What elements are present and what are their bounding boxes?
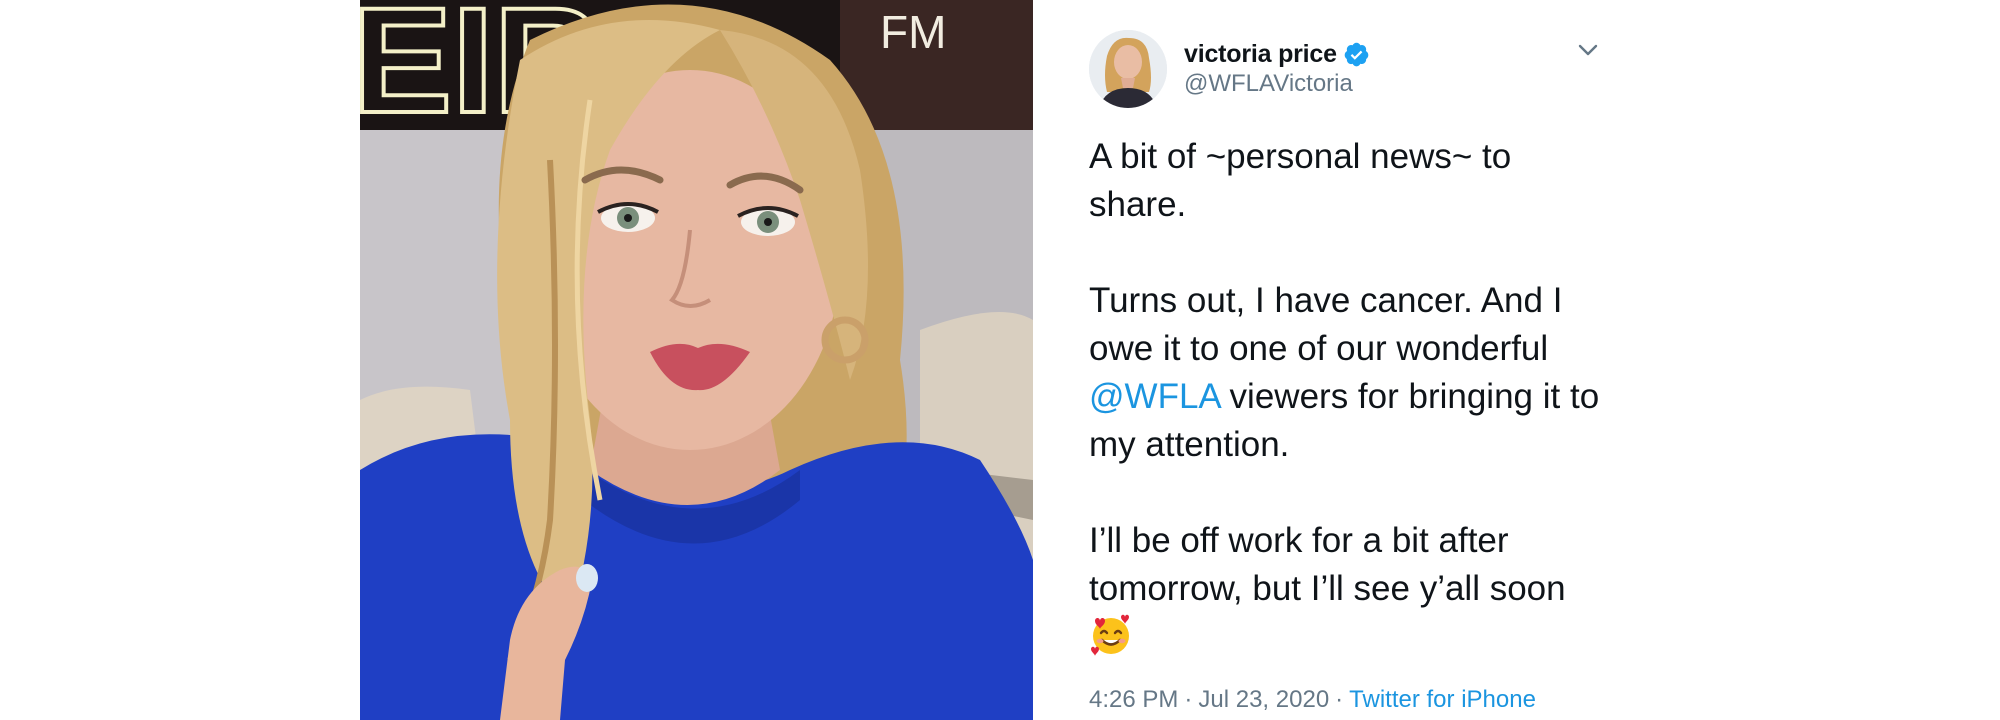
tweet-paragraph-3-text: I’ll be off work for a bit after tomorro… [1089, 521, 1566, 608]
wall-sign-corner-text: FM [880, 6, 946, 58]
display-name[interactable]: victoria price [1184, 40, 1337, 69]
tweet-card: victoria price @WFLAVictoria A bit of ~p… [1089, 0, 1609, 720]
tweet-photo[interactable]: EIRA FM [360, 0, 1033, 720]
display-name-row: victoria price [1184, 38, 1370, 70]
meta-separator: · [1184, 686, 1193, 713]
tweet-time[interactable]: 4:26 PM [1089, 686, 1178, 713]
user-handle[interactable]: @WFLAVictoria [1184, 70, 1353, 98]
mention-link-wfla[interactable]: @WFLA [1089, 377, 1220, 416]
meta-separator: · [1335, 686, 1344, 713]
selfie-illustration: EIRA FM [360, 0, 1033, 720]
verified-badge-icon [1343, 41, 1370, 68]
tweet-text: A bit of ~personal news~ to share. Turns… [1089, 133, 1609, 664]
tweet-source-link[interactable]: Twitter for iPhone [1349, 686, 1536, 713]
tweet-paragraph-3: I’ll be off work for a bit after tomorro… [1089, 517, 1609, 664]
tweet-paragraph-1: A bit of ~personal news~ to share. [1089, 137, 1512, 224]
avatar-image [1089, 30, 1167, 108]
tweet-screenshot: EIRA FM [0, 0, 2000, 720]
chevron-down-icon[interactable] [1576, 38, 1600, 62]
tweet-date[interactable]: Jul 23, 2020 [1198, 686, 1329, 713]
tweet-paragraph-2-start: Turns out, I have cancer. And I owe it t… [1089, 281, 1563, 368]
avatar[interactable] [1089, 30, 1167, 108]
smiling-face-with-hearts-emoji [1089, 613, 1133, 657]
tweet-meta: 4:26 PM · Jul 23, 2020 · Twitter for iPhone [1089, 686, 1536, 714]
tweet-paragraph-2: Turns out, I have cancer. And I owe it t… [1089, 277, 1609, 469]
